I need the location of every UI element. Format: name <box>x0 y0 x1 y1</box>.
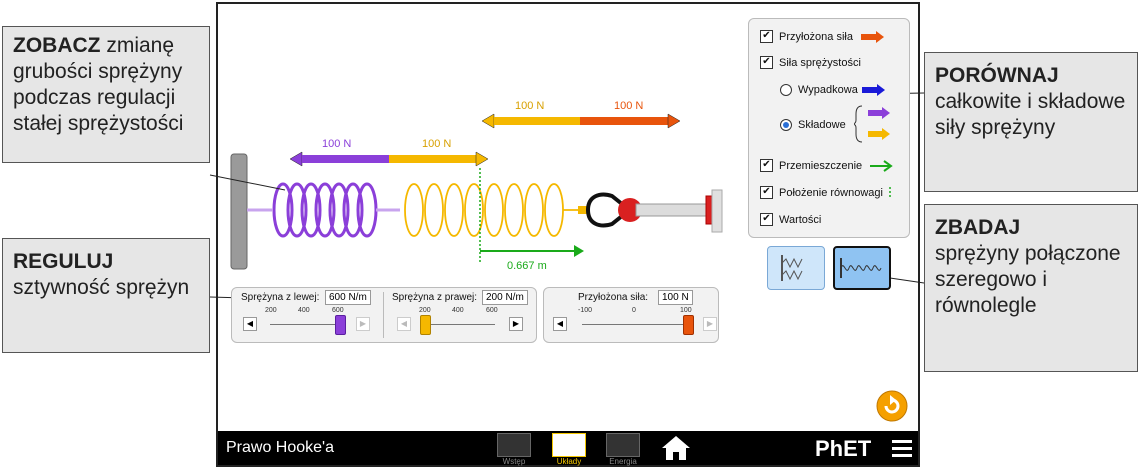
zbadaj-pointer <box>889 277 925 284</box>
left-spring-slider-thumb[interactable] <box>335 315 346 335</box>
series-springs-icon <box>840 258 882 278</box>
panel-divider <box>383 292 384 338</box>
left-spring-label: Sprężyna z lewej: <box>241 292 320 303</box>
left-spring[interactable] <box>247 182 400 238</box>
green-dotted-icon <box>889 186 891 199</box>
phet-logo[interactable]: PhET <box>815 436 871 462</box>
screen-button-energy[interactable]: Energia <box>605 433 641 466</box>
callout-zobacz: ZOBACZ zmianę grubości sprężyny podczas … <box>2 26 210 163</box>
tick-label: 600 <box>486 307 498 314</box>
parallel-springs-icon <box>781 255 803 281</box>
home-button[interactable] <box>660 434 692 462</box>
tick-label: 200 <box>265 307 277 314</box>
home-icon <box>662 436 690 460</box>
energy-screen-icon <box>606 433 640 457</box>
tick-label: 400 <box>298 307 310 314</box>
radio-icon <box>780 84 792 96</box>
left-spring-slider-track[interactable] <box>270 324 340 325</box>
spring-force-value: 100 N <box>515 100 545 112</box>
equilibrium-checkbox[interactable]: ✔ Położenie równowagi <box>760 186 893 199</box>
components-arrows-icon <box>854 105 890 143</box>
applied-force-increment-button[interactable]: ▶ <box>703 317 717 331</box>
left-spring-decrement-button[interactable]: ◀ <box>243 317 257 331</box>
left-spring-force-value: 100 N <box>322 138 352 150</box>
menu-button[interactable] <box>892 440 912 457</box>
displacement-value: 0.667 m <box>507 260 547 272</box>
left-spring-value: 600 N/m <box>325 290 371 305</box>
values-checkbox[interactable]: ✔ Wartości <box>760 213 821 226</box>
check-icon: ✔ <box>760 159 773 172</box>
spring-force-checkbox[interactable]: ✔ Siła sprężystości <box>760 56 861 69</box>
applied-force-checkbox[interactable]: ✔ Przyłożona siła <box>760 30 885 43</box>
wall <box>230 153 248 270</box>
applied-force-decrement-button[interactable]: ◀ <box>553 317 567 331</box>
applied-force-slider-track[interactable] <box>582 324 688 325</box>
orange-arrow-icon <box>860 30 884 43</box>
spring-force-components-arrow <box>289 151 489 167</box>
screen-button-systems[interactable]: Układy <box>551 433 587 466</box>
tick-label: 200 <box>419 307 431 314</box>
robot-hook[interactable] <box>578 189 723 233</box>
tick-label: 100 <box>680 307 692 314</box>
check-icon: ✔ <box>760 56 773 69</box>
callout-zbadaj: ZBADAJ sprężyny połączone szeregowo i rów… <box>924 204 1138 372</box>
displacement-checkbox[interactable]: ✔ Przemieszczenie <box>760 159 894 172</box>
sim-title: Prawo Hooke'a <box>226 439 334 456</box>
applied-force-value: 100 N <box>614 100 644 112</box>
applied-force-value-box: 100 N <box>658 290 693 305</box>
check-icon: ✔ <box>760 186 773 199</box>
right-spring-force-value: 100 N <box>422 138 452 150</box>
tick-label: 0 <box>632 307 636 314</box>
series-system-button[interactable] <box>833 246 891 290</box>
right-spring-slider-thumb[interactable] <box>420 315 431 335</box>
parallel-system-button[interactable] <box>767 246 825 290</box>
right-spring-decrement-button[interactable]: ◀ <box>397 317 411 331</box>
check-icon: ✔ <box>760 213 773 226</box>
blue-arrow-icon <box>861 84 885 96</box>
tick-label: -100 <box>578 307 593 314</box>
reset-all-button[interactable] <box>876 390 908 422</box>
callout-porownaj: PORÓWNAJ całkowite i składowe siły spręży… <box>924 52 1138 192</box>
components-radio[interactable]: Składowe <box>780 119 846 131</box>
right-spring-slider-track[interactable] <box>425 324 495 325</box>
radio-selected-icon <box>780 119 792 131</box>
right-spring-increment-button[interactable]: ▶ <box>509 317 523 331</box>
tick-label: 600 <box>332 307 344 314</box>
right-spring-value: 200 N/m <box>482 290 528 305</box>
systems-screen-icon <box>552 433 586 457</box>
applied-force-arrow <box>481 113 681 129</box>
screen-button-intro[interactable]: Wstęp <box>496 433 532 466</box>
displacement-arrow <box>480 245 584 257</box>
right-spring[interactable] <box>404 183 582 237</box>
applied-force-slider-thumb[interactable] <box>683 315 694 335</box>
green-arrow-icon <box>870 159 893 172</box>
right-spring-label: Sprężyna z prawej: <box>392 292 478 303</box>
total-radio[interactable]: Wypadkowa <box>780 84 886 96</box>
tick-label: 400 <box>452 307 464 314</box>
check-icon: ✔ <box>760 30 773 43</box>
applied-force-label: Przyłożona siła: <box>578 292 649 303</box>
callout-reguluj: REGULUJ sztywność sprężyn <box>2 238 210 353</box>
left-spring-increment-button[interactable]: ▶ <box>356 317 370 331</box>
intro-screen-icon <box>497 433 531 457</box>
